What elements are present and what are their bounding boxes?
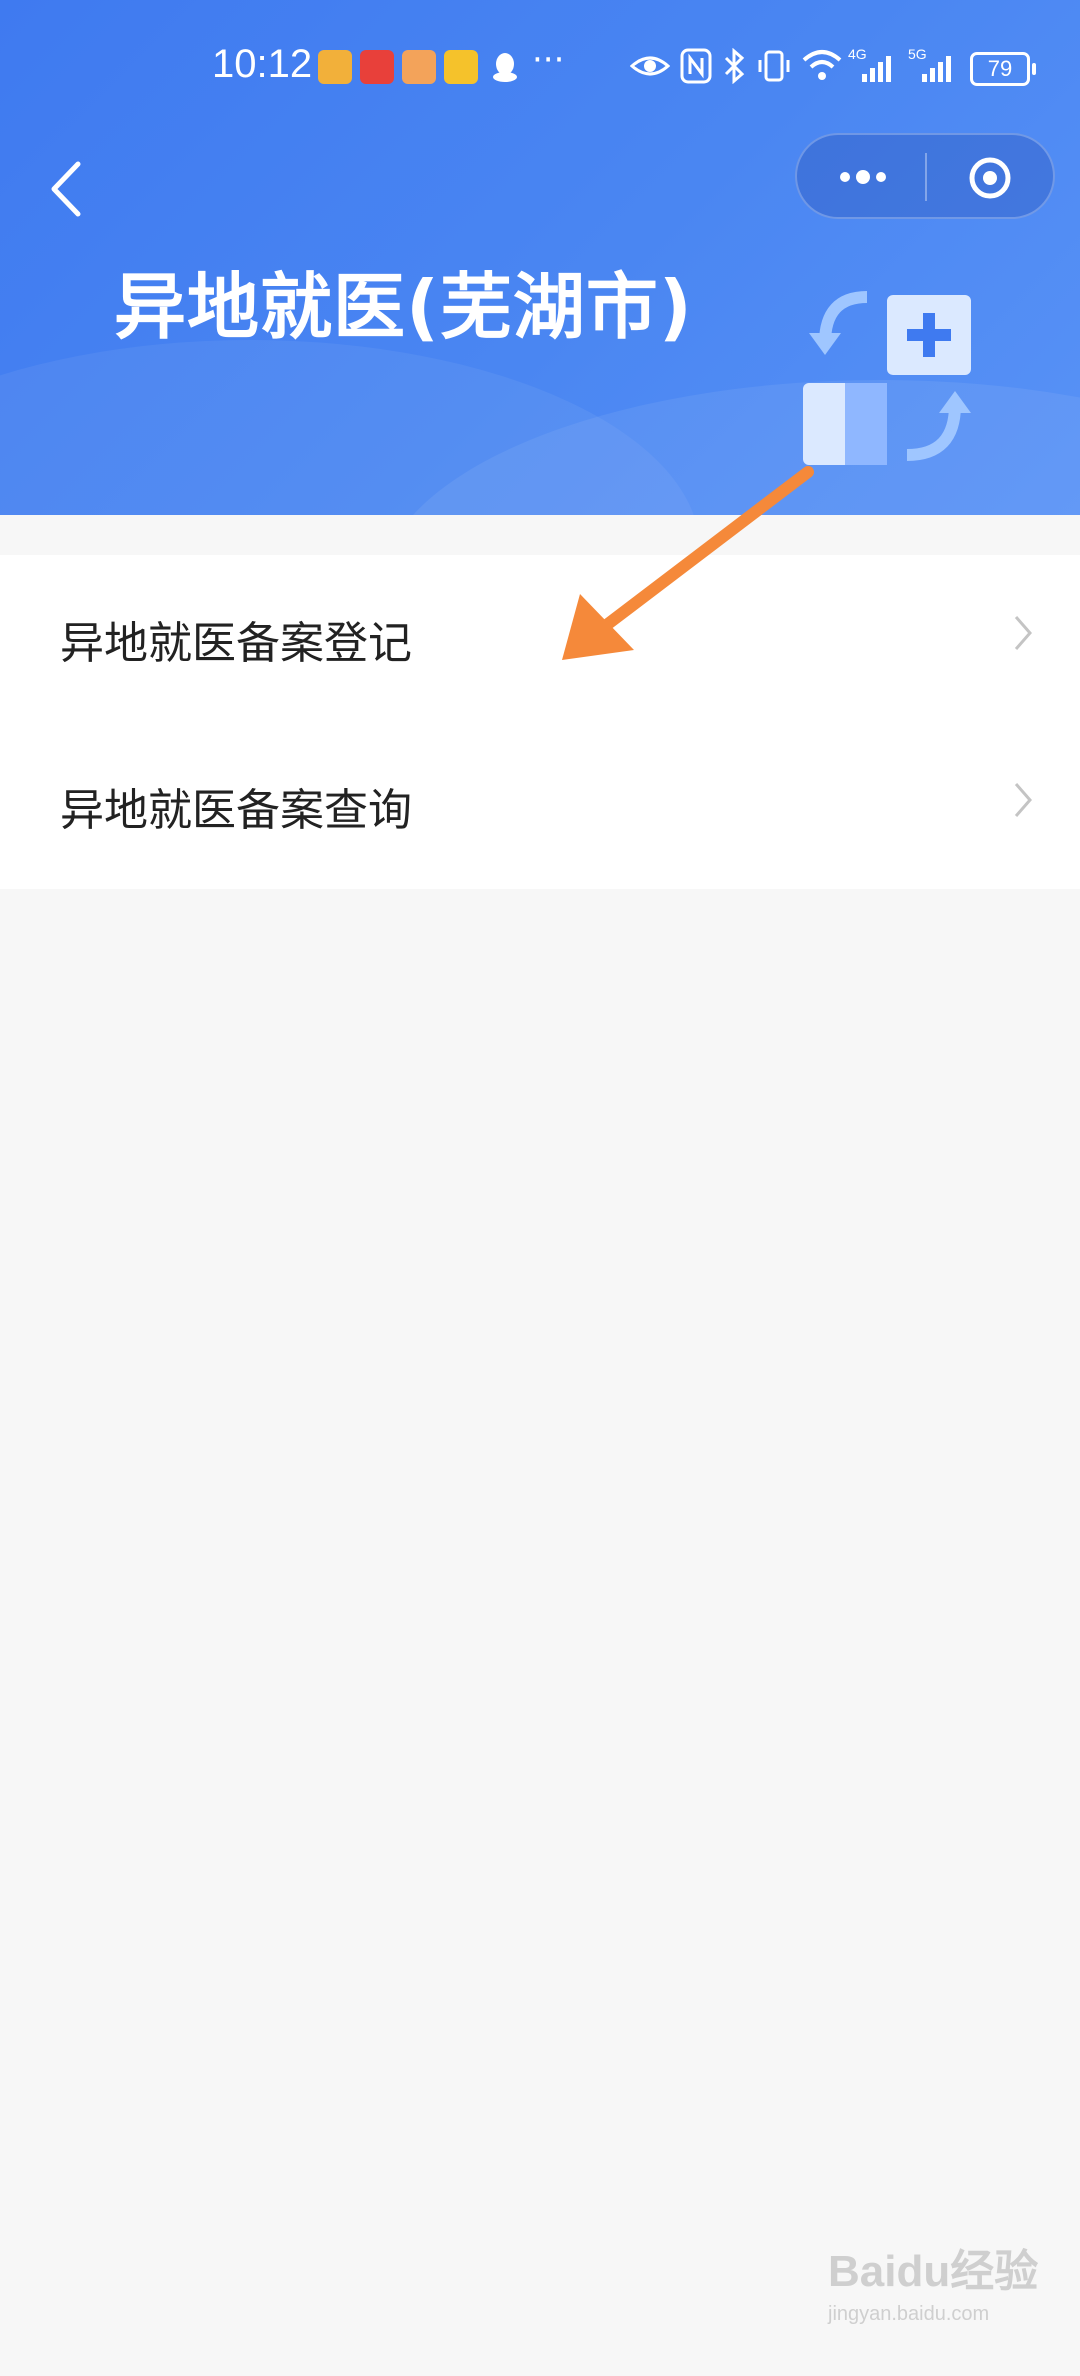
wifi-icon (802, 50, 842, 80)
page-title: 异地就医(芜湖市) (114, 265, 693, 349)
capsule-divider (925, 153, 927, 201)
menu-item-label: 异地就医备案登记 (60, 617, 412, 669)
eye-icon (630, 56, 670, 76)
battery-level: 79 (987, 56, 1013, 81)
chevron-right-icon (1014, 783, 1032, 817)
vibrate-icon (758, 50, 790, 82)
status-time: 10:12 (212, 42, 313, 86)
battery-indicator: 79 (970, 52, 1036, 86)
more-dots-icon[interactable] (833, 159, 893, 195)
status-bar: 10:12 ··· 4G 5G 79 (0, 0, 1080, 130)
signal-icon (922, 56, 951, 82)
chevron-right-icon (1014, 616, 1032, 650)
menu-item-label: 异地就医备案查询 (60, 784, 412, 836)
transfer-medical-icon (803, 291, 971, 465)
weibo-icon (318, 50, 352, 84)
app-icon (360, 50, 394, 84)
menu-item-query[interactable]: 异地就医备案查询 (0, 722, 1080, 889)
back-button[interactable] (44, 160, 88, 218)
baidu-watermark: Baidu经验 jingyan.baidu.com (828, 2235, 1038, 2326)
target-circle-icon[interactable] (967, 155, 1013, 201)
header-banner: 10:12 ··· 4G 5G 79 异地就医(芜湖市) (0, 0, 1080, 515)
watermark-main: Baidu经验 (828, 2247, 1039, 2296)
app-icon (402, 50, 436, 84)
nfc-icon (680, 48, 712, 84)
bluetooth-icon (724, 48, 745, 84)
watermark-sub: jingyan.baidu.com (828, 2303, 990, 2325)
status-more: ··· (532, 40, 565, 80)
qq-icon (493, 53, 517, 82)
mini-program-capsule (795, 133, 1055, 219)
signal-icon (862, 56, 891, 82)
annotation-arrow (562, 466, 814, 660)
mail-icon (444, 50, 478, 84)
